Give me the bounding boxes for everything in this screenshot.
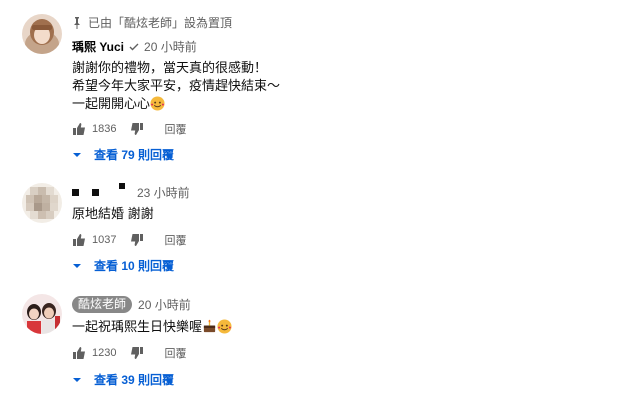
comment-timestamp[interactable]: 20 小時前: [144, 38, 197, 55]
comment-text: 一起祝瑀熙生日快樂喔: [72, 318, 232, 336]
chevron-down-icon: [73, 152, 81, 157]
pinned-indicator: 已由「酷炫老師」設為置頂: [72, 14, 232, 31]
smiling-face-hearts-icon: [217, 319, 232, 334]
comment-actions: 1230 回覆: [72, 345, 186, 361]
redacted-name-block: [92, 189, 99, 196]
view-replies-button[interactable]: 查看 79 則回覆: [72, 146, 174, 163]
pinned-text: 已由「酷炫老師」設為置頂: [88, 16, 233, 30]
redacted-name-block: [72, 189, 79, 196]
reply-button[interactable]: 回覆: [164, 345, 186, 361]
avatar[interactable]: [22, 14, 62, 54]
author-name[interactable]: 瑀熙 Yuci: [72, 38, 124, 55]
comment-header: 23 小時前: [133, 184, 190, 201]
comment-actions: 1836 回覆: [72, 121, 186, 137]
comment-header: 酷炫老師 20 小時前: [72, 296, 191, 313]
comment-text: 謝謝你的禮物，當天真的很感動！ 希望今年大家平安，疫情趕快結束～ 一起開開心心: [72, 60, 281, 111]
avatar[interactable]: [22, 294, 62, 334]
pin-icon: [74, 16, 80, 29]
smiling-face-hearts-icon: [150, 96, 165, 111]
dislike-icon[interactable]: [130, 233, 144, 247]
verified-check-icon: [129, 43, 139, 50]
redacted-name-block: [119, 183, 125, 189]
view-replies-button[interactable]: 查看 39 則回覆: [72, 371, 174, 388]
like-icon[interactable]: [72, 233, 86, 247]
avatar[interactable]: [22, 183, 62, 223]
view-replies-label: 查看 10 則回覆: [94, 259, 175, 273]
like-count: 1230: [92, 347, 117, 359]
channel-owner-badge[interactable]: 酷炫老師: [72, 296, 133, 313]
comment-timestamp[interactable]: 20 小時前: [138, 296, 191, 313]
like-icon[interactable]: [72, 122, 86, 136]
comment-timestamp[interactable]: 23 小時前: [137, 184, 190, 201]
chevron-down-icon: [73, 263, 81, 268]
reply-button[interactable]: 回覆: [164, 121, 186, 137]
like-count: 1037: [92, 234, 117, 246]
like-icon[interactable]: [72, 346, 86, 360]
view-replies-label: 查看 79 則回覆: [94, 148, 175, 162]
comment-header: 瑀熙 Yuci 20 小時前: [72, 38, 197, 55]
reply-button[interactable]: 回覆: [164, 232, 186, 248]
chevron-down-icon: [73, 377, 81, 382]
like-count: 1836: [92, 123, 117, 135]
dislike-icon[interactable]: [130, 346, 144, 360]
dislike-icon[interactable]: [130, 122, 144, 136]
cake-icon: [203, 319, 216, 333]
comment-actions: 1037 回覆: [72, 232, 186, 248]
view-replies-label: 查看 39 則回覆: [94, 373, 175, 387]
comment-text: 原地結婚 謝謝: [72, 206, 154, 221]
view-replies-button[interactable]: 查看 10 則回覆: [72, 257, 174, 274]
